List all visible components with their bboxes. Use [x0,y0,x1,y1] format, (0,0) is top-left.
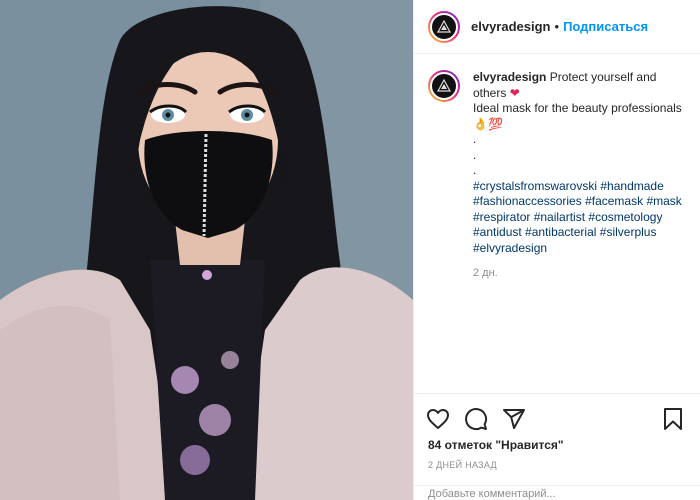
caption-time[interactable]: 2 дн. [473,266,686,282]
caption-dot: . [473,132,477,146]
caption-dot: . [473,163,477,177]
post-date[interactable]: 2 ДНЕЙ НАЗАД [414,452,700,470]
hashtag-link[interactable]: #facemask [585,194,643,208]
hashtag-link[interactable]: #silverplus [600,225,657,239]
bookmark-icon[interactable] [661,407,685,431]
hashtag-link[interactable]: #respirator [473,210,530,224]
hashtag-link[interactable]: #antidust [473,225,522,239]
hashtags: #crystalsfromswarovski #handmade #fashio… [473,179,686,257]
hashtag-link[interactable]: #mask [646,194,681,208]
follow-button[interactable]: Подписаться [563,19,648,34]
likes-count[interactable]: 84 отметок "Нравится" [414,434,700,452]
heart-emoji: ❤ [509,85,520,100]
share-icon[interactable] [502,407,526,431]
caption-text: elvyradesign Protect yourself and others… [473,70,686,282]
post-header: elvyradesign • Подписаться [414,0,700,54]
comment-input[interactable]: Добавьте комментарий... [414,485,700,500]
hashtag-link[interactable]: #handmade [600,179,663,193]
actions-area: 84 отметок "Нравится" 2 ДНЕЙ НАЗАД Добав… [414,393,700,500]
caption-emoji: 👌💯 [473,116,503,131]
comment-icon[interactable] [464,407,488,431]
hashtag-link[interactable]: #elvyradesign [473,241,547,255]
brand-logo-icon [437,79,451,92]
header-username[interactable]: elvyradesign [471,19,551,34]
hashtag-link[interactable]: #fashionaccessories [473,194,582,208]
hashtag-link[interactable]: #crystalsfromswarovski [473,179,597,193]
avatar[interactable] [428,10,460,43]
caption-line-2: Ideal mask for the beauty professionals [473,101,682,115]
action-bar [414,394,700,434]
hashtag-link[interactable]: #cosmetology [588,210,662,224]
woman-in-mask-image [0,0,413,500]
caption: elvyradesign Protect yourself and others… [414,54,700,282]
heart-icon[interactable] [426,407,450,431]
hashtag-link[interactable]: #nailartist [534,210,585,224]
caption-dot: . [473,147,477,162]
brand-logo-icon [437,19,451,33]
separator-dot: • [554,19,560,34]
post-side-panel: elvyradesign • Подписаться elvyradesign … [413,0,700,500]
caption-avatar[interactable] [428,70,460,102]
caption-username[interactable]: elvyradesign [473,70,546,84]
hashtag-link[interactable]: #antibacterial [525,225,596,239]
post-photo[interactable] [0,0,413,500]
